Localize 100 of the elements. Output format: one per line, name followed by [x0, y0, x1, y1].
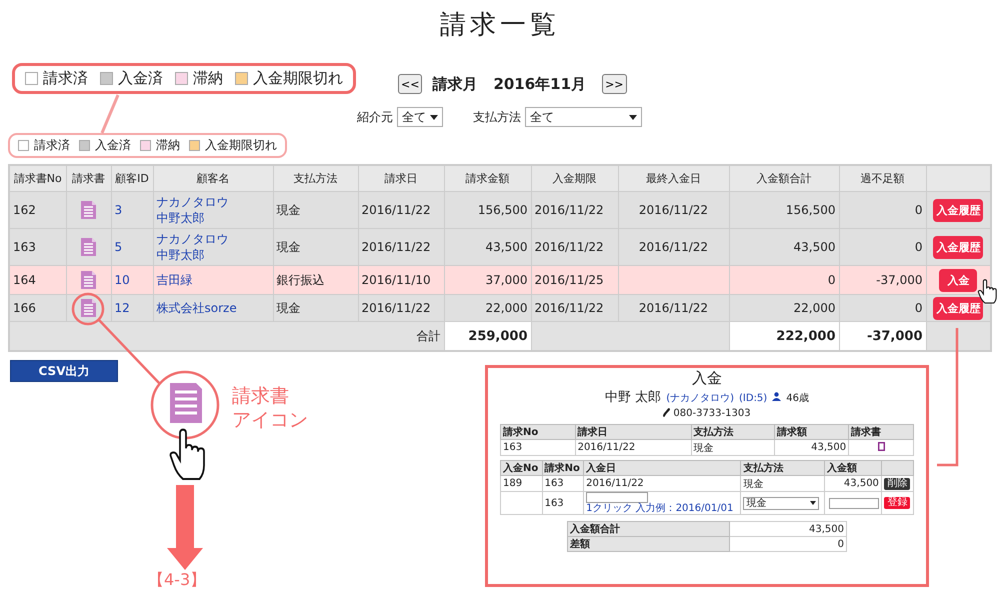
table-cell: 2016/11/22 [531, 192, 618, 228]
customer-kana-link[interactable]: ナカノタロウ [156, 231, 270, 247]
table-cell: 2016/11/22 [584, 476, 741, 492]
table-cell: 163 [9, 228, 66, 266]
hand-cursor-icon [978, 279, 997, 304]
legend-label: 入金期限切れ [253, 68, 343, 88]
payment-button[interactable]: 入金履歴 [933, 236, 984, 258]
caret-icon [629, 114, 637, 120]
table-cell: 現金 [691, 440, 775, 456]
table-cell: 156,500 [444, 192, 531, 228]
summary-value: 0 [729, 536, 846, 552]
filter-dropdown[interactable]: 全て [397, 107, 443, 127]
column-header: 請求No [542, 460, 584, 476]
filter-label: 紹介元 [357, 108, 393, 126]
caret-icon [810, 501, 816, 506]
legend-label: 入金済 [95, 137, 131, 154]
table-cell: 2016/11/10 [358, 266, 444, 294]
total-cell: -37,000 [839, 322, 926, 351]
customer-name-link[interactable]: 中野太郎 [156, 210, 270, 226]
column-header: 請求日 [358, 165, 444, 192]
callout-label: 請求書 アイコン [232, 384, 308, 432]
total-label: 合計 [9, 322, 444, 351]
total-cell: 259,000 [444, 322, 531, 351]
prev-month-button[interactable]: << [398, 74, 422, 94]
column-header: 顧客ID [111, 165, 153, 192]
document-icon[interactable] [878, 442, 885, 450]
leader-line [98, 319, 161, 385]
table-cell: 163 [500, 440, 576, 456]
amount-input-field[interactable] [828, 498, 879, 508]
table-cell: 22,000 [729, 294, 839, 322]
column-header: 支払方法 [691, 424, 775, 440]
hand-cursor-icon [170, 428, 205, 480]
legend-label: 滞納 [156, 137, 180, 154]
customer-kana-link[interactable]: ナカノタロウ [156, 194, 270, 210]
legend-label: 請求済 [43, 68, 88, 88]
column-header: 入金期限 [531, 165, 618, 192]
column-header: 入金額 [824, 460, 882, 476]
table-cell: 37,000 [444, 266, 531, 294]
phone-number: 080-3733-1303 [673, 408, 751, 418]
column-header: 入金日 [584, 460, 741, 476]
table-cell: 43,500 [444, 228, 531, 266]
row-action-button[interactable]: 削除 [884, 478, 910, 490]
payment-button[interactable]: 入金履歴 [933, 296, 984, 320]
table-cell: 156,500 [729, 192, 839, 228]
column-header: 請求書 [848, 424, 914, 440]
date-input-field[interactable] [586, 492, 648, 503]
table-cell: -37,000 [839, 266, 926, 294]
table-cell: 189 [500, 476, 542, 492]
summary-value: 43,500 [729, 522, 846, 537]
table-cell: 0 [729, 266, 839, 294]
payment-button[interactable]: 入金 [939, 268, 978, 292]
table-cell: 164 [9, 266, 66, 294]
customer-id-link[interactable]: 5 [111, 228, 153, 266]
table-cell: 22,000 [444, 294, 531, 322]
row-action-button[interactable]: 登録 [884, 497, 910, 510]
table-cell: 現金 [740, 476, 825, 492]
column-header: 支払方法 [273, 165, 358, 192]
payment-button[interactable]: 入金履歴 [933, 198, 984, 222]
table-cell: 銀行振込 [273, 266, 358, 294]
person-icon [772, 392, 782, 401]
table-cell: 現金 [273, 294, 358, 322]
table-cell: 2016/11/22 [575, 440, 692, 456]
table-cell: 163 [542, 476, 584, 492]
csv-export-button[interactable]: CSV出力 [10, 360, 118, 382]
customer-id: (ID:5) [739, 393, 768, 404]
customer-id-link[interactable]: 3 [111, 192, 153, 228]
table-cell: 現金 [273, 228, 358, 266]
table-cell: 166 [9, 294, 66, 322]
table-cell: 43,500 [774, 440, 849, 456]
table-cell: 2016/11/22 [358, 192, 444, 228]
dialog-title: 入金 [691, 368, 723, 388]
customer-name-link[interactable]: 中野太郎 [156, 247, 270, 263]
reference-label: 【4-3】 [148, 570, 206, 591]
customer-name: 中野 太郎 [605, 389, 662, 406]
column-header: 入金額合計 [729, 165, 839, 192]
customer-id-link[interactable]: 12 [111, 294, 153, 322]
table-cell: 43,500 [824, 476, 882, 492]
table-cell: 現金 [273, 192, 358, 228]
table-cell: 0 [839, 294, 926, 322]
table-cell: 2016/11/22 [358, 228, 444, 266]
table-cell: 163 [542, 492, 584, 515]
column-header: 最終入金日 [618, 165, 729, 192]
legend-label: 入金済 [118, 68, 163, 88]
page-title: 請求一覧 [439, 9, 561, 42]
summary-label: 差額 [568, 536, 730, 552]
payment-method-dropdown[interactable]: 現金 [743, 496, 820, 510]
customer-kana: (ナカノタロウ) [666, 392, 734, 405]
table-cell: 2016/11/22 [618, 294, 729, 322]
month-value: 2016年11月 [493, 74, 586, 94]
filter-dropdown[interactable]: 全て [525, 107, 642, 127]
table-cell: 2016/11/22 [531, 294, 618, 322]
highlight-ring [72, 292, 104, 326]
table-cell: 2016/11/25 [531, 266, 618, 294]
column-header: 請求金額 [444, 165, 531, 192]
month-label: 請求月 [432, 74, 478, 94]
table-cell: 2016/11/22 [618, 228, 729, 266]
legend-label: 入金期限切れ [205, 137, 277, 154]
customer-id-link[interactable]: 10 [111, 266, 153, 294]
next-month-button[interactable]: >> [602, 74, 626, 94]
zoom-callout-drawing [150, 370, 220, 440]
